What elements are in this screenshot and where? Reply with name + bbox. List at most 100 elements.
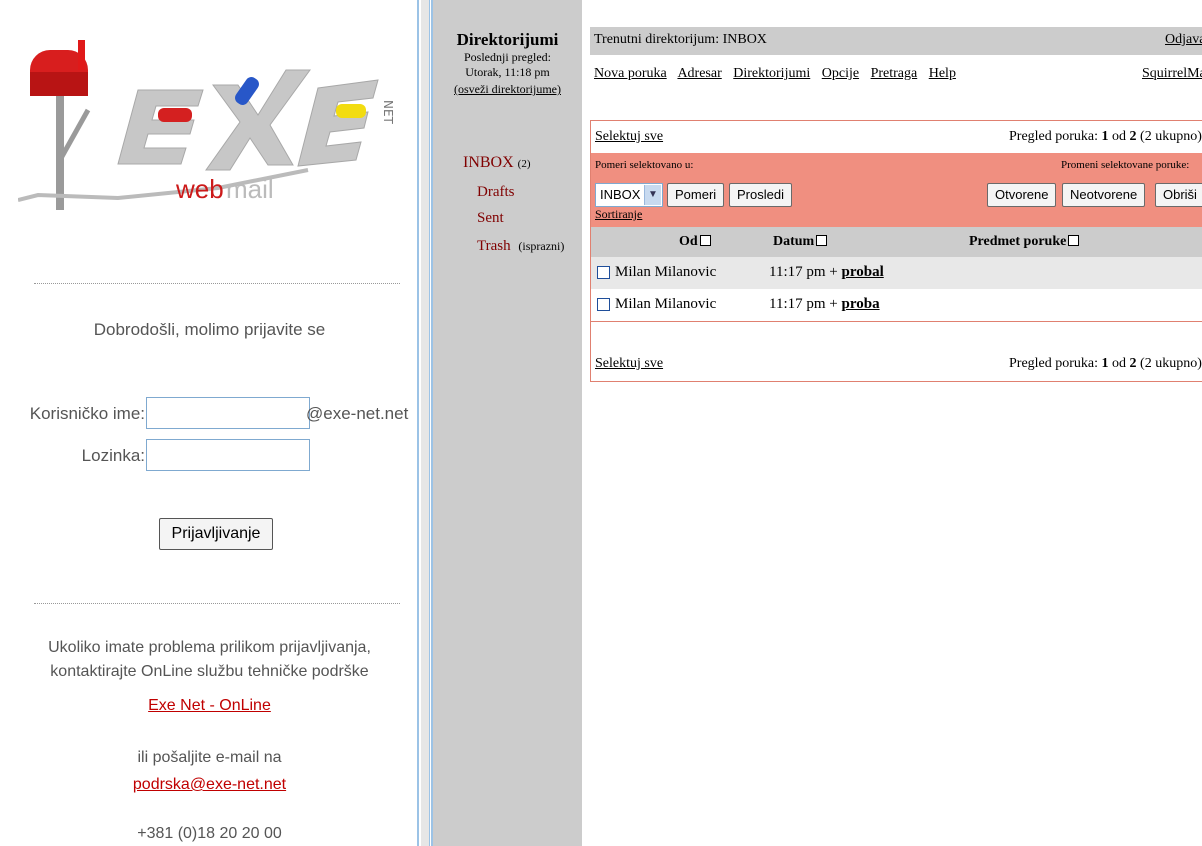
column-date[interactable]: Datum <box>773 234 828 250</box>
logout-link[interactable]: Odjava <box>1165 32 1202 48</box>
sidebar-item-drafts[interactable]: Drafts <box>477 184 515 201</box>
main-menu: Nova poruka Adresar Direktorijumi Opcije… <box>594 66 964 82</box>
login-panel: NET web mail Dobrodošli, molimo prijavit… <box>0 0 419 846</box>
select-all-link-top[interactable]: Selektuj sve <box>595 129 663 145</box>
online-support-row: Exe Net - OnLine <box>0 694 419 718</box>
squirrelmail-link[interactable]: SquirrelMail <box>1142 66 1202 82</box>
message-table-header: Od Datum Predmet poruke <box>591 227 1202 257</box>
username-domain: @exe-net.net <box>306 404 409 423</box>
username-label: Korisničko ime: <box>29 404 145 423</box>
column-from[interactable]: Od <box>679 234 711 250</box>
pager-suffix: (2 ukupno) <box>1140 129 1202 144</box>
support-email-link[interactable]: podrska@exe-net.net <box>133 776 286 793</box>
exe-net-webmail-logo: NET web mail <box>17 20 398 220</box>
sidebar-item-sent[interactable]: Sent <box>477 210 504 227</box>
top-bar: Trenutni direktorijum: INBOX Odjava <box>590 27 1202 55</box>
password-input[interactable] <box>146 439 310 471</box>
pager-top: Pregled poruka: 1 od 2 (2 ukupno) <box>1009 129 1202 145</box>
sort-box-icon <box>699 235 711 246</box>
pager-to: 2 <box>1129 129 1137 144</box>
menu-help[interactable]: Help <box>929 66 956 81</box>
welcome-text: Dobrodošli, molimo prijavite se <box>93 320 326 339</box>
pager-of: od <box>1112 356 1127 371</box>
move-button[interactable]: Pomeri <box>667 183 725 207</box>
menu-addresses[interactable]: Adresar <box>677 66 721 81</box>
svg-text:mail: mail <box>226 174 274 204</box>
sort-box-icon <box>1068 235 1080 246</box>
menu-compose[interactable]: Nova poruka <box>594 66 667 81</box>
move-label: Pomeri selektovano u: <box>595 159 694 171</box>
username-row: Korisničko ime: @exe-net.net <box>0 397 419 431</box>
pager-bottom: Pregled poruka: 1 od 2 (2 ukupno) <box>1009 356 1202 372</box>
divider <box>34 603 400 604</box>
message-checkbox[interactable] <box>597 298 610 311</box>
help-line-1: Ukoliko imate problema prilikom prijavlj… <box>48 639 371 656</box>
current-folder-label: Trenutni direktorijum: INBOX <box>594 32 767 47</box>
help-line-2: kontaktirajte OnLine službu tehničke pod… <box>50 663 369 680</box>
last-check-time: Utorak, 11:18 pm <box>465 65 550 79</box>
folder-name: INBOX <box>463 154 514 171</box>
sort-box-icon <box>816 235 828 246</box>
message-from: Milan Milanovic <box>615 264 717 280</box>
pager-from: 1 <box>1101 129 1109 144</box>
pager-to: 2 <box>1129 356 1137 371</box>
select-all-link-bottom[interactable]: Selektuj sve <box>595 356 663 372</box>
message-date: 11:17 pm + <box>769 296 838 312</box>
chevron-down-icon: ▼ <box>644 185 661 205</box>
message-subject-link[interactable]: proba <box>842 296 880 312</box>
pager-of: od <box>1112 129 1127 144</box>
folder-name: Trash <box>477 238 511 254</box>
move-target-select[interactable]: INBOX ▼ <box>595 183 663 207</box>
sort-link[interactable]: Sortiranje <box>595 207 642 222</box>
sidebar-item-inbox[interactable]: INBOX (2) <box>463 154 531 172</box>
empty-trash-link[interactable]: (isprazni) <box>518 239 564 253</box>
password-label: Lozinka: <box>81 446 145 465</box>
unread-count: (2) <box>517 158 531 170</box>
support-email-row: podrska@exe-net.net <box>0 773 419 797</box>
select-value: INBOX <box>600 187 641 202</box>
column-date-label: Datum <box>773 234 815 249</box>
message-date: 11:17 pm + <box>769 264 838 280</box>
message-from: Milan Milanovic <box>615 296 717 312</box>
forward-button[interactable]: Prosledi <box>729 183 792 207</box>
pager-prefix: Pregled poruka: <box>1009 129 1099 144</box>
online-support-link[interactable]: Exe Net - OnLine <box>148 697 271 714</box>
table-row[interactable]: Milan Milanovic 11:17 pm + proba <box>591 289 1202 321</box>
menu-options[interactable]: Opcije <box>822 66 859 81</box>
mark-unread-button[interactable]: Neotvorene <box>1062 183 1146 207</box>
pager-from: 1 <box>1101 356 1109 371</box>
panel-separator <box>421 0 430 846</box>
action-bar: Pomeri selektovano u: Promeni selektovan… <box>591 153 1202 227</box>
divider <box>591 321 1202 322</box>
menu-folders[interactable]: Direktorijumi <box>733 66 810 81</box>
password-row: Lozinka: <box>0 439 419 473</box>
divider <box>34 283 400 284</box>
login-button[interactable]: Prijavljivanje <box>159 518 273 550</box>
message-date-subject: 11:17 pm + proba <box>769 296 880 313</box>
menu-search[interactable]: Pretraga <box>871 66 918 81</box>
refresh-folders-link[interactable]: (osveži direktorijume) <box>454 82 561 97</box>
svg-text:NET: NET <box>381 100 395 125</box>
message-list-frame: Selektuj sve Pregled poruka: 1 od 2 (2 u… <box>590 120 1202 382</box>
column-subject-label: Predmet poruke <box>969 234 1067 249</box>
svg-text:web: web <box>175 174 224 204</box>
message-checkbox[interactable] <box>597 266 610 279</box>
pager-suffix: (2 ukupno) <box>1140 356 1202 371</box>
change-label: Promeni selektovane poruke: <box>1061 159 1190 171</box>
pager-prefix: Pregled poruka: <box>1009 356 1099 371</box>
last-check-label: Poslednji pregled: <box>464 50 551 64</box>
sidebar-title: Direktorijumi <box>456 30 559 49</box>
delete-button[interactable]: Obriši <box>1155 183 1202 207</box>
sidebar-item-trash[interactable]: Trash (isprazni) <box>477 238 564 255</box>
column-subject[interactable]: Predmet poruke <box>969 234 1080 250</box>
column-from-label: Od <box>679 234 698 249</box>
message-subject-link[interactable]: probal <box>842 264 884 280</box>
message-list-pane: Trenutni direktorijum: INBOX Odjava Nova… <box>582 0 1202 846</box>
table-row[interactable]: Milan Milanovic 11:17 pm + probal <box>591 257 1202 289</box>
username-input[interactable] <box>146 397 310 429</box>
message-date-subject: 11:17 pm + probal <box>769 264 884 281</box>
mark-read-button[interactable]: Otvorene <box>987 183 1057 207</box>
folder-sidebar: Direktorijumi Poslednji pregled: Utorak,… <box>431 0 582 846</box>
support-phone: +381 (0)18 20 20 00 <box>137 825 282 842</box>
logo-graphic: NET web mail <box>17 40 395 210</box>
